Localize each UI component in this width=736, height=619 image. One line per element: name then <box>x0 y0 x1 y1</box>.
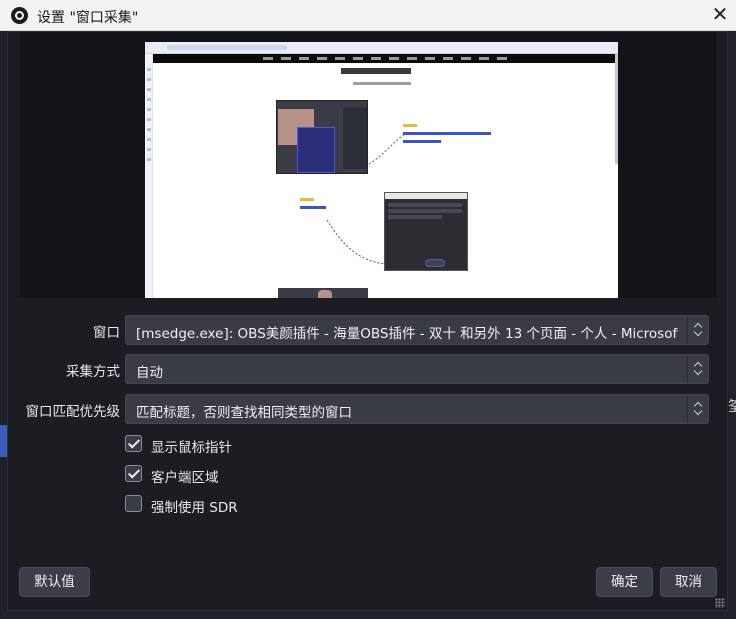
window-capture-preview <box>145 42 618 298</box>
chevron-updown-icon <box>687 395 708 423</box>
source-preview-area <box>20 32 717 298</box>
dialog-titlebar: 设置 "窗口采集" ✕ <box>0 0 736 31</box>
window-match-priority-select[interactable]: 匹配标题，否则查找相同类型的窗口 <box>125 394 709 424</box>
defaults-button[interactable]: 默认值 <box>19 567 90 597</box>
window-select[interactable]: [msedge.exe]: OBS美颜插件 - 海量OBS插件 - 双十 和另外… <box>125 315 709 345</box>
checkbox-checked-icon[interactable] <box>125 465 142 482</box>
capture-method-label: 采集方式 <box>66 364 120 380</box>
capture-method-select[interactable]: 自动 <box>125 354 709 384</box>
capture-method-select-value: 自动 <box>136 365 163 381</box>
obs-logo-icon <box>11 7 28 24</box>
window-row: 窗口 [msedge.exe]: OBS美颜插件 - 海量OBS插件 - 双十 … <box>8 315 729 345</box>
window-match-priority-row: 窗口匹配优先级 匹配标题，否则查找相同类型的窗口 <box>8 394 729 424</box>
window-label: 窗口 <box>93 325 120 341</box>
checkbox-checked-icon[interactable] <box>125 435 142 452</box>
capture-method-row: 采集方式 自动 <box>8 354 729 384</box>
window-select-value: [msedge.exe]: OBS美颜插件 - 海量OBS插件 - 双十 和另外… <box>136 326 678 342</box>
window-match-priority-label: 窗口匹配优先级 <box>25 404 121 420</box>
chevron-updown-icon <box>687 355 708 383</box>
background-window-highlight <box>0 425 7 457</box>
chevron-updown-icon <box>687 316 708 344</box>
preview-connector-lines <box>326 133 406 265</box>
show-cursor-label: 显示鼠标指针 <box>151 440 232 456</box>
preview-screenshot-bottom <box>278 288 368 298</box>
force-sdr-label: 强制使用 SDR <box>151 500 238 516</box>
checkbox-unchecked-icon[interactable] <box>125 495 142 512</box>
close-icon[interactable]: ✕ <box>704 0 736 31</box>
dialog-body: 窗口 [msedge.exe]: OBS美颜插件 - 海量OBS插件 - 双十 … <box>7 31 728 611</box>
window-match-priority-select-value: 匹配标题，否则查找相同类型的窗口 <box>136 405 352 421</box>
background-window-text: 筌 <box>728 398 736 414</box>
client-area-label: 客户端区域 <box>151 470 219 486</box>
resize-grip-icon[interactable] <box>715 598 725 608</box>
dialog-title: 设置 "窗口采集" <box>37 10 139 26</box>
cancel-button[interactable]: 取消 <box>660 567 717 597</box>
ok-button[interactable]: 确定 <box>596 567 653 597</box>
